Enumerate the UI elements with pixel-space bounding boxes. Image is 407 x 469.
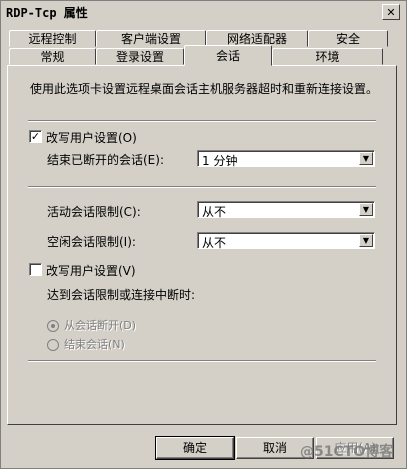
tab-remote-control[interactable]: 远程控制 xyxy=(9,30,96,47)
active-session-limit-dropdown[interactable]: 从不 ▼ xyxy=(197,201,375,219)
session-limit-action-label: 达到会话限制或连接中断时: xyxy=(47,288,196,302)
disconnect-radio-label: 从会话断开(D) xyxy=(64,319,137,332)
override-user-settings-label-1: 改写用户设置(O) xyxy=(46,131,137,145)
end-disconnected-session-dropdown[interactable]: 1 分钟 ▼ xyxy=(197,150,375,168)
separator xyxy=(28,120,376,122)
idle-session-limit-dropdown[interactable]: 从不 ▼ xyxy=(197,232,375,250)
watermark: @51CTO博客 xyxy=(300,444,394,460)
override-user-settings-checkbox-1[interactable]: ✓ xyxy=(29,130,42,143)
separator xyxy=(28,186,376,188)
override-user-settings-checkbox-2[interactable] xyxy=(29,263,42,276)
disconnect-radio[interactable] xyxy=(47,320,59,332)
active-session-limit-label: 活动会话限制(C): xyxy=(47,205,141,219)
end-disconnected-session-label: 结束已断开的会话(E): xyxy=(47,153,164,167)
chevron-down-icon[interactable]: ▼ xyxy=(359,152,373,165)
end-disconnected-session-value: 1 分钟 xyxy=(202,154,238,168)
chevron-down-icon[interactable]: ▼ xyxy=(359,203,373,216)
title-bar: RDP-Tcp 属性 ✕ xyxy=(2,2,405,22)
idle-session-limit-label: 空闲会话限制(I): xyxy=(47,235,136,249)
active-session-limit-value: 从不 xyxy=(202,205,227,219)
tab-session[interactable]: 会话 xyxy=(184,45,272,66)
tab-environment[interactable]: 环境 xyxy=(272,48,383,65)
close-icon[interactable]: ✕ xyxy=(382,4,400,20)
end-session-radio-label: 结束会话(N) xyxy=(64,338,125,351)
description-text: 使用此选项卡设置远程桌面会话主机服务器超时和重新连接设置。 xyxy=(30,82,379,96)
tab-general[interactable]: 常规 xyxy=(9,48,96,65)
ok-button[interactable]: 确定 xyxy=(155,436,235,460)
tab-logon-settings[interactable]: 登录设置 xyxy=(96,48,184,65)
end-session-radio[interactable] xyxy=(47,339,59,351)
separator xyxy=(28,360,376,362)
window-title: RDP-Tcp 属性 xyxy=(6,5,88,20)
tab-security[interactable]: 安全 xyxy=(308,30,388,47)
idle-session-limit-value: 从不 xyxy=(202,236,227,250)
override-user-settings-label-2: 改写用户设置(V) xyxy=(46,264,136,278)
chevron-down-icon[interactable]: ▼ xyxy=(359,234,373,247)
